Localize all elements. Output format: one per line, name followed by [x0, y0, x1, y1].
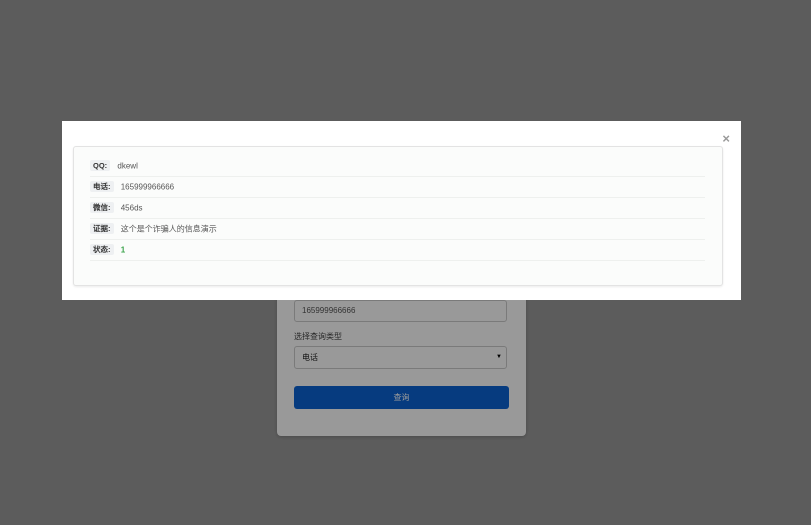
close-icon[interactable]: ×	[722, 132, 730, 145]
info-label: 状态:	[90, 244, 114, 256]
info-value: 这个是个诈骗人的信息演示	[120, 224, 217, 234]
info-row-wechat: 微信: 456ds	[90, 197, 705, 219]
status-value: 1	[120, 245, 126, 255]
info-label: 电话:	[90, 181, 114, 193]
info-value: dkewl	[117, 161, 138, 171]
info-label: 证据:	[90, 223, 114, 235]
info-label: 微信:	[90, 202, 114, 214]
info-value: 165999966666	[120, 182, 175, 192]
info-value: 456ds	[120, 203, 143, 213]
info-panel: QQ: dkewl 电话: 165999966666 微信: 456ds 证据:…	[73, 146, 723, 286]
info-row-qq: QQ: dkewl	[90, 155, 705, 177]
info-label: QQ:	[90, 160, 111, 172]
info-row-status: 状态: 1	[90, 239, 705, 261]
info-row-phone: 电话: 165999966666	[90, 176, 705, 198]
result-modal: × QQ: dkewl 电话: 165999966666 微信: 456ds 证…	[62, 121, 741, 300]
info-row-evidence: 证据: 这个是个诈骗人的信息演示	[90, 218, 705, 240]
